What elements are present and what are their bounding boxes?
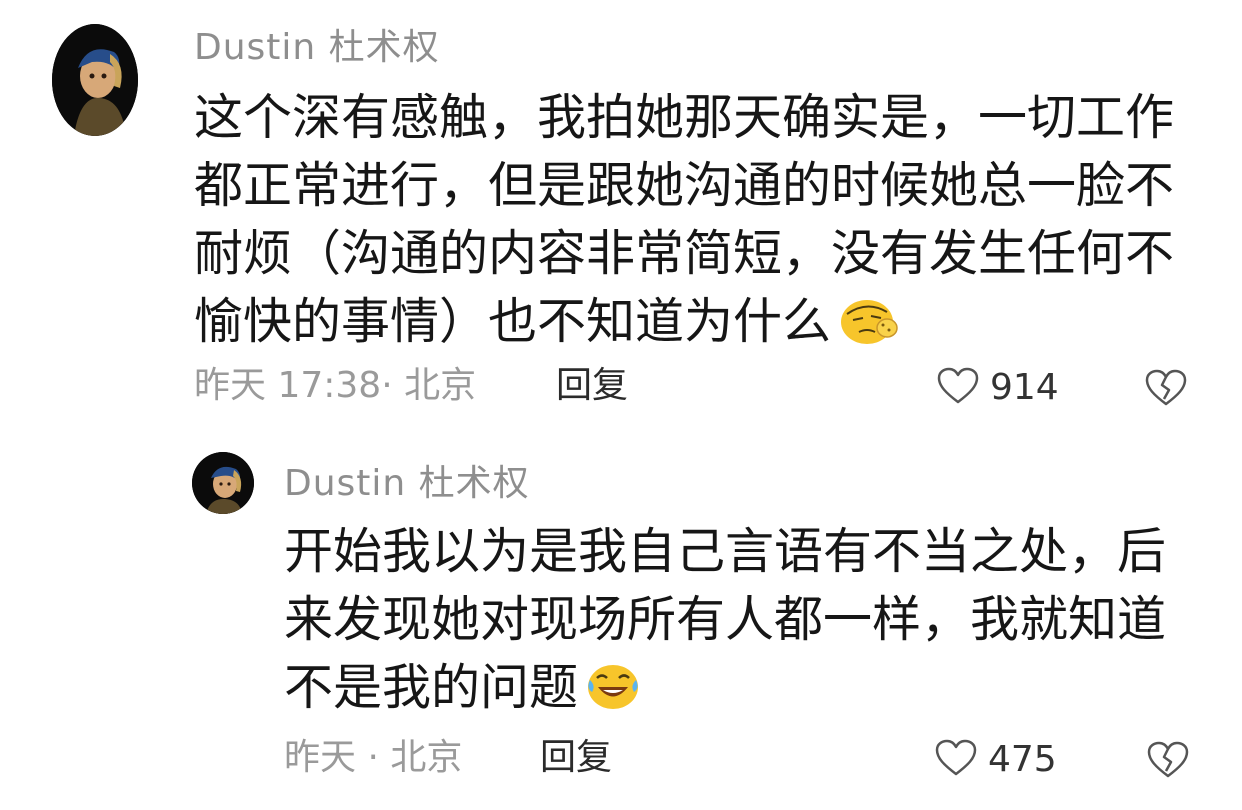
comment-timestamp-location: 昨天 · 北京 bbox=[284, 737, 463, 778]
like-button[interactable]: 914 bbox=[936, 366, 1059, 409]
reply-button[interactable]: 回复 bbox=[556, 368, 628, 404]
comment-username[interactable]: Dustin 杜术权 bbox=[194, 30, 440, 66]
comment-line-last: 不是我的问题 bbox=[284, 654, 1166, 730]
heart-outline-icon bbox=[934, 738, 978, 781]
comment-line-text: 愉快的事情）也不知道为什么 bbox=[194, 293, 832, 350]
like-count: 914 bbox=[990, 366, 1059, 408]
heart-outline-icon bbox=[936, 366, 980, 409]
laughing-tears-emoji-icon bbox=[584, 660, 642, 730]
comment-timestamp-location: 昨天 17:38· 北京 bbox=[194, 365, 477, 406]
comment-line: 这个深有感触，我拍她那天确实是，一切工作 bbox=[194, 89, 1175, 146]
user-avatar[interactable] bbox=[52, 24, 138, 136]
comment-line: 都正常进行，但是跟她沟通的时候她总一脸不 bbox=[194, 157, 1175, 214]
comment-thread: Dustin 杜术权 这个深有感触，我拍她那天确实是，一切工作 都正常进行，但是… bbox=[0, 0, 1242, 810]
comment-line: 耐烦（沟通的内容非常简短，没有发生任何不 bbox=[194, 225, 1175, 282]
like-count: 475 bbox=[988, 738, 1057, 780]
comment-line: 开始我以为是我自己言语有不当之处，后 bbox=[284, 523, 1167, 580]
comment-body: 开始我以为是我自己言语有不当之处，后 来发现她对现场所有人都一样，我就知道 不是… bbox=[284, 518, 1166, 730]
broken-heart-icon bbox=[1144, 369, 1188, 412]
comment-line-last: 愉快的事情）也不知道为什么 bbox=[194, 288, 1174, 364]
comment-line: 来发现她对现场所有人都一样，我就知道 bbox=[284, 591, 1167, 648]
face-palm-emoji-icon bbox=[837, 294, 901, 364]
comment-line-text: 不是我的问题 bbox=[284, 659, 579, 716]
comment-username[interactable]: Dustin 杜术权 bbox=[284, 466, 530, 502]
user-avatar[interactable] bbox=[192, 452, 254, 514]
dislike-button[interactable] bbox=[1144, 368, 1188, 412]
reply-button[interactable]: 回复 bbox=[540, 740, 612, 776]
dislike-button[interactable] bbox=[1146, 740, 1190, 784]
comment-body: 这个深有感触，我拍她那天确实是，一切工作 都正常进行，但是跟她沟通的时候她总一脸… bbox=[194, 84, 1174, 364]
broken-heart-icon bbox=[1146, 741, 1190, 784]
like-button[interactable]: 475 bbox=[934, 738, 1057, 781]
